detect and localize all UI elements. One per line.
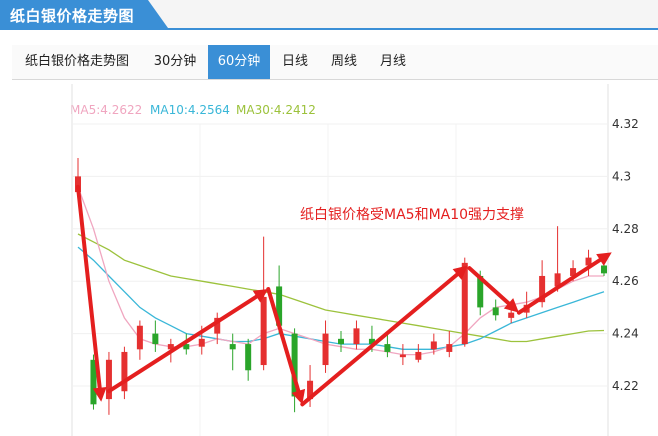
candle-body (121, 351, 128, 392)
candle-body (601, 265, 607, 274)
candle-body (508, 312, 515, 318)
y-tick-label: 4.26 (612, 274, 639, 288)
candle-body (415, 351, 422, 360)
candle-body (260, 296, 267, 366)
candles (75, 158, 607, 415)
candle-body (384, 344, 391, 352)
candle-body (136, 325, 143, 350)
candle-body (399, 354, 406, 358)
candle-body (229, 344, 236, 350)
candlestick-chart: 4.32 4.3 4.28 4.26 4.24 4.22 纸白银价格受MA5和MA10强力… (71, 84, 639, 436)
y-tick-label: 4.24 (612, 327, 639, 341)
trend-arrow-shaft (516, 258, 602, 315)
candle-body (338, 338, 344, 345)
chart-annotation: 纸白银价格受MA5和MA10强力支撑 (300, 207, 524, 223)
y-tick-label: 4.28 (612, 222, 639, 236)
trend-arrow-shaft (467, 266, 511, 306)
candle-body (245, 344, 252, 371)
y-tick-label: 4.3 (612, 169, 631, 183)
y-axis-ticks: 4.32 4.3 4.28 4.26 4.24 4.22 (612, 117, 639, 393)
candle-body (492, 307, 499, 316)
candle-body (152, 333, 159, 345)
candle-body (353, 328, 360, 345)
chart-grid (71, 84, 609, 436)
y-tick-label: 4.32 (612, 117, 639, 131)
ma30-line (77, 233, 605, 343)
trend-arrow-shaft (106, 294, 259, 394)
y-tick-label: 4.22 (612, 379, 639, 393)
candle-body (198, 338, 205, 347)
candle-body (322, 333, 329, 366)
candle-body (446, 344, 453, 352)
candle-body (430, 341, 437, 350)
